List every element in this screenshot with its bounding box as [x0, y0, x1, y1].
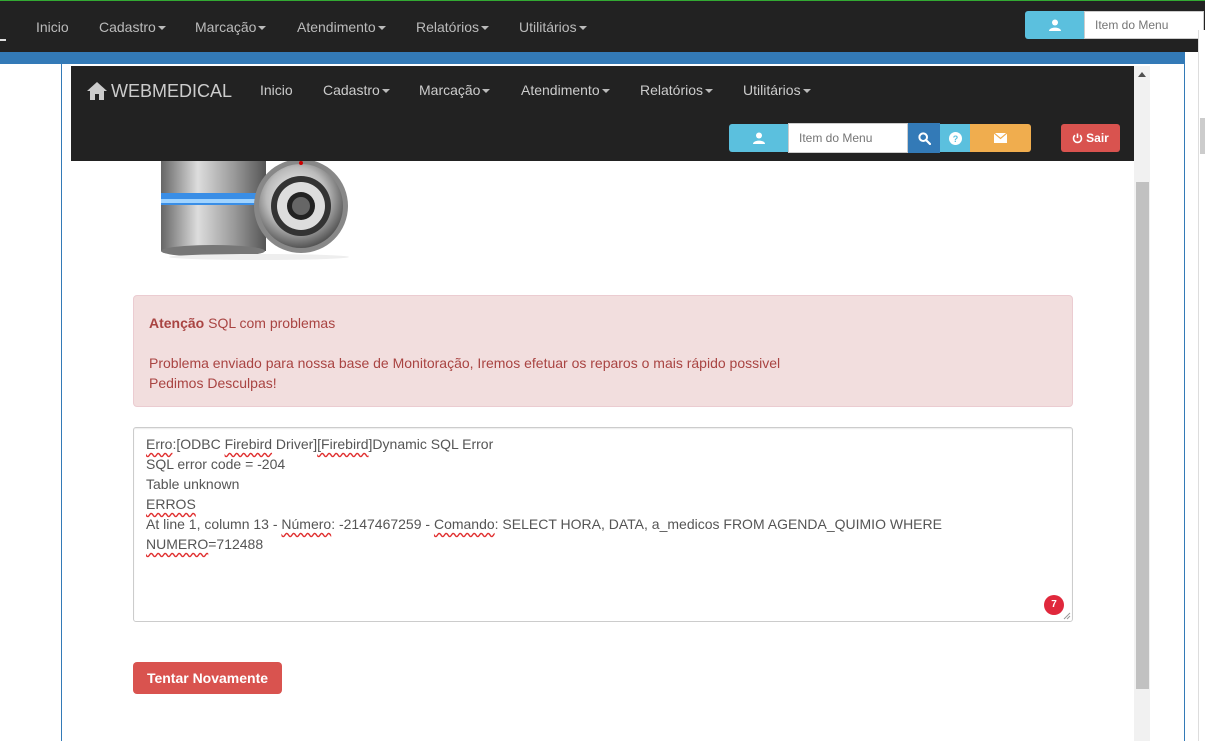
error-text: : SELECT HORA, DATA, a_medicos FROM AGEN… — [494, 516, 942, 532]
alert-strong: Atenção — [149, 315, 205, 331]
panel-left-border — [61, 64, 62, 741]
outer-navbar: Inicio Cadastro Marcação Atendimento Rel… — [0, 0, 1205, 52]
nav-cadastro[interactable]: Cadastro — [323, 77, 390, 103]
outer-menu-search-input[interactable] — [1084, 11, 1204, 39]
nav-utilitarios-label: Utilitários — [743, 82, 801, 98]
window-scroll-thumb[interactable] — [1200, 118, 1205, 154]
outer-nav-atendimento[interactable]: Atendimento — [297, 1, 386, 53]
error-word: NUMERO — [146, 536, 209, 552]
error-line-5: At line 1, column 13 - Número: -21474672… — [146, 514, 1060, 534]
outer-nav-marcacao[interactable]: Marcação — [195, 1, 267, 53]
question-icon: ? — [948, 131, 962, 145]
brand-name: WEBMEDICAL — [111, 81, 233, 101]
outer-nav-relatorios-label: Relatórios — [416, 19, 480, 35]
caret-down-icon — [481, 26, 490, 31]
navbar-toggle-fragment — [0, 39, 6, 41]
error-text: :[ODBC — [172, 436, 225, 452]
caret-down-icon — [258, 26, 267, 31]
error-word: ERROS — [146, 496, 196, 512]
logout-button[interactable]: Sair — [1061, 124, 1120, 152]
panel-header-strip — [0, 52, 1185, 64]
error-text: : -2147467259 - — [331, 516, 434, 532]
caret-down-icon — [377, 26, 386, 31]
triangle-up-icon — [1138, 72, 1146, 77]
alert-title: SQL com problemas — [208, 315, 336, 331]
error-line-2: SQL error code = -204 — [146, 456, 286, 472]
envelope-icon — [994, 133, 1007, 143]
panel-right-border — [1184, 64, 1185, 741]
outer-nav-cadastro[interactable]: Cadastro — [99, 1, 166, 53]
mail-button[interactable] — [970, 124, 1031, 152]
caret-down-icon — [705, 89, 714, 94]
nav-relatorios-label: Relatórios — [640, 82, 704, 98]
alert-message: Problema enviado para nossa base de Moni… — [149, 355, 781, 371]
error-line-4: ERROS — [146, 494, 1060, 514]
error-word: Firebird — [224, 436, 273, 452]
error-details-textarea[interactable]: Erro:[ODBC Firebird Driver][Firebird]Dyn… — [133, 427, 1073, 622]
error-word: Número — [281, 516, 332, 532]
error-word: Erro — [146, 436, 173, 452]
error-text: =712488 — [208, 536, 264, 552]
power-icon — [1072, 133, 1083, 143]
inner-navbar: WEBMEDICAL Inicio Cadastro Marcação Aten… — [71, 66, 1134, 161]
nav-marcacao-label: Marcação — [419, 82, 481, 98]
window-right-edge — [1198, 30, 1205, 741]
error-word: [Firebird — [317, 436, 369, 452]
outer-nav-relatorios[interactable]: Relatórios — [416, 1, 490, 53]
resize-handle-icon[interactable] — [1063, 612, 1071, 620]
logout-label: Sair — [1086, 131, 1109, 145]
search-button[interactable] — [908, 123, 940, 153]
alert-apology: Pedimos Desculpas! — [149, 375, 277, 391]
menu-search-input[interactable] — [788, 123, 908, 153]
user-icon — [752, 132, 765, 144]
caret-down-icon — [601, 89, 610, 94]
error-word: Comando — [433, 516, 495, 532]
brand-link[interactable]: WEBMEDICAL — [87, 80, 232, 102]
nav-utilitarios[interactable]: Utilitários — [743, 77, 811, 103]
caret-down-icon — [578, 26, 587, 31]
frame-scrollbar[interactable] — [1134, 66, 1150, 741]
nav-atendimento[interactable]: Atendimento — [521, 77, 610, 103]
nav-inicio[interactable]: Inicio — [260, 77, 293, 103]
outer-nav-utilitarios-label: Utilitários — [519, 19, 577, 35]
sql-error-alert: Atenção SQL com problemas Problema envia… — [133, 295, 1073, 407]
retry-button[interactable]: Tentar Novamente — [133, 662, 282, 694]
error-text: At line 1, column 13 - — [146, 516, 282, 532]
home-icon — [87, 82, 107, 100]
user-button[interactable] — [729, 124, 788, 152]
alert-title-line: Atenção SQL com problemas — [149, 313, 1057, 333]
svg-text:?: ? — [952, 134, 958, 144]
error-line-6: NUMERO=712488 — [146, 534, 1060, 554]
outer-user-button[interactable] — [1025, 11, 1084, 39]
outer-nav-cadastro-label: Cadastro — [99, 19, 156, 35]
error-text: ]Dynamic SQL Error — [368, 436, 494, 452]
user-icon — [1048, 19, 1061, 31]
outer-nav-utilitarios[interactable]: Utilitários — [519, 1, 587, 53]
nav-atendimento-label: Atendimento — [521, 82, 600, 98]
caret-down-icon — [381, 89, 390, 94]
nav-cadastro-label: Cadastro — [323, 82, 380, 98]
frame-scroll-thumb[interactable] — [1136, 182, 1149, 689]
scroll-up-arrow[interactable] — [1134, 66, 1150, 83]
caret-down-icon — [482, 89, 491, 94]
help-button[interactable]: ? — [940, 124, 970, 152]
caret-down-icon — [802, 89, 811, 94]
search-icon — [917, 131, 931, 145]
nav-relatorios[interactable]: Relatórios — [640, 77, 714, 103]
outer-nav-marcacao-label: Marcação — [195, 19, 257, 35]
app-frame: WEBMEDICAL Inicio Cadastro Marcação Aten… — [71, 66, 1134, 741]
error-text: Driver] — [272, 436, 318, 452]
error-line-1: Erro:[ODBC Firebird Driver][Firebird]Dyn… — [146, 434, 1060, 454]
database-lock-image — [161, 161, 349, 260]
outer-nav-inicio[interactable]: Inicio — [36, 1, 69, 53]
nav-marcacao[interactable]: Marcação — [419, 77, 491, 103]
caret-down-icon — [157, 26, 166, 31]
extension-badge[interactable]: 7 — [1044, 595, 1064, 615]
error-line-3: Table unknown — [146, 476, 240, 492]
outer-nav-atendimento-label: Atendimento — [297, 19, 376, 35]
